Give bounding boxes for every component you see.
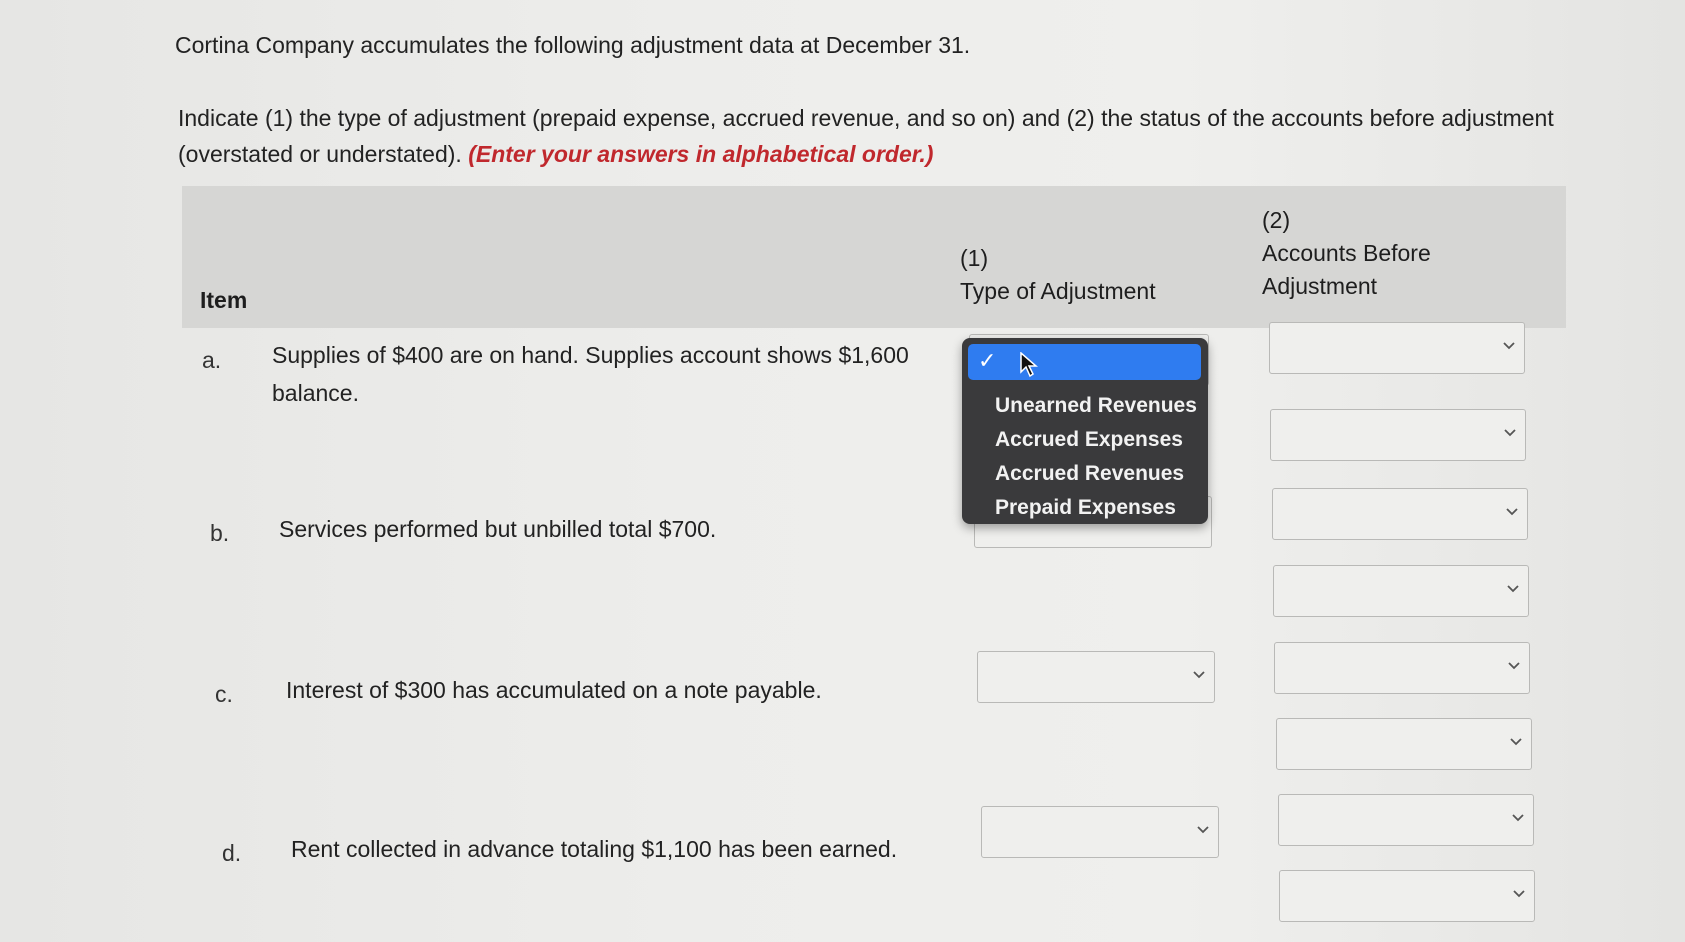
chevron-down-icon — [1193, 671, 1205, 679]
instructions-emphasis: (Enter your answers in alphabetical orde… — [468, 141, 934, 167]
row-d-description: Rent collected in advance totaling $1,10… — [291, 836, 898, 862]
chevron-down-icon — [1512, 814, 1524, 822]
chevron-down-icon — [1510, 738, 1522, 746]
header-item: Item — [200, 287, 248, 313]
instructions: Indicate (1) the type of adjustment (pre… — [178, 100, 1578, 172]
header-col2-line2: Adjustment — [1262, 273, 1378, 299]
header-col1-number: (1) — [960, 245, 989, 271]
row-b-description: Services performed but unbilled total $7… — [279, 516, 717, 542]
dropdown-option-accrued-revenues[interactable]: Accrued Revenues — [995, 462, 1184, 486]
status-select-c2[interactable] — [1276, 718, 1532, 770]
chevron-down-icon — [1508, 662, 1520, 670]
dropdown-option-prepaid-expenses[interactable]: Prepaid Expenses — [995, 496, 1176, 520]
row-b-letter: b. — [210, 520, 230, 546]
row-d-letter: d. — [222, 840, 242, 866]
status-select-b1[interactable] — [1272, 488, 1528, 540]
row-c-letter: c. — [215, 681, 233, 707]
chevron-down-icon — [1504, 429, 1516, 437]
header-type-of-adjustment: (1) Type of Adjustment — [960, 242, 1156, 308]
type-dropdown-menu: ✓ Unearned Revenues Accrued Expenses Acc… — [962, 338, 1208, 524]
chevron-down-icon — [1503, 342, 1515, 350]
status-select-c1[interactable] — [1274, 642, 1530, 694]
type-select-c[interactable] — [977, 651, 1215, 703]
status-select-a1[interactable] — [1269, 322, 1525, 374]
header-col1-label: Type of Adjustment — [960, 278, 1156, 304]
dropdown-option-accrued-expenses[interactable]: Accrued Expenses — [995, 428, 1183, 452]
checkmark-icon: ✓ — [978, 348, 997, 373]
chevron-down-icon — [1197, 826, 1209, 834]
chevron-down-icon — [1506, 508, 1518, 516]
mouse-cursor-icon — [1020, 352, 1038, 378]
header-accounts-before-adjustment: (2) Accounts Before Adjustment — [1262, 204, 1431, 303]
status-select-d1[interactable] — [1278, 794, 1534, 846]
status-select-b2[interactable] — [1273, 565, 1529, 617]
homework-page: Cortina Company accumulates the followin… — [0, 0, 1685, 942]
row-a-letter: a. — [202, 347, 222, 373]
status-select-a2[interactable] — [1270, 409, 1526, 461]
row-c-description: Interest of $300 has accumulated on a no… — [286, 677, 822, 703]
type-select-d[interactable] — [981, 806, 1219, 858]
dropdown-option-unearned-revenues[interactable]: Unearned Revenues — [995, 394, 1197, 418]
chevron-down-icon — [1507, 585, 1519, 593]
chevron-down-icon — [1513, 890, 1525, 898]
header-col2-number: (2) — [1262, 207, 1291, 233]
problem-intro: Cortina Company accumulates the followin… — [175, 32, 971, 58]
status-select-d2[interactable] — [1279, 870, 1535, 922]
row-a-description: Supplies of $400 are on hand. Supplies a… — [272, 336, 922, 412]
row-a-line2: balance. — [272, 380, 359, 406]
header-col2-line1: Accounts Before — [1262, 240, 1431, 266]
dropdown-selected-blank-option[interactable]: ✓ — [968, 344, 1201, 380]
row-a-line1: Supplies of $400 are on hand. Supplies a… — [272, 342, 909, 368]
